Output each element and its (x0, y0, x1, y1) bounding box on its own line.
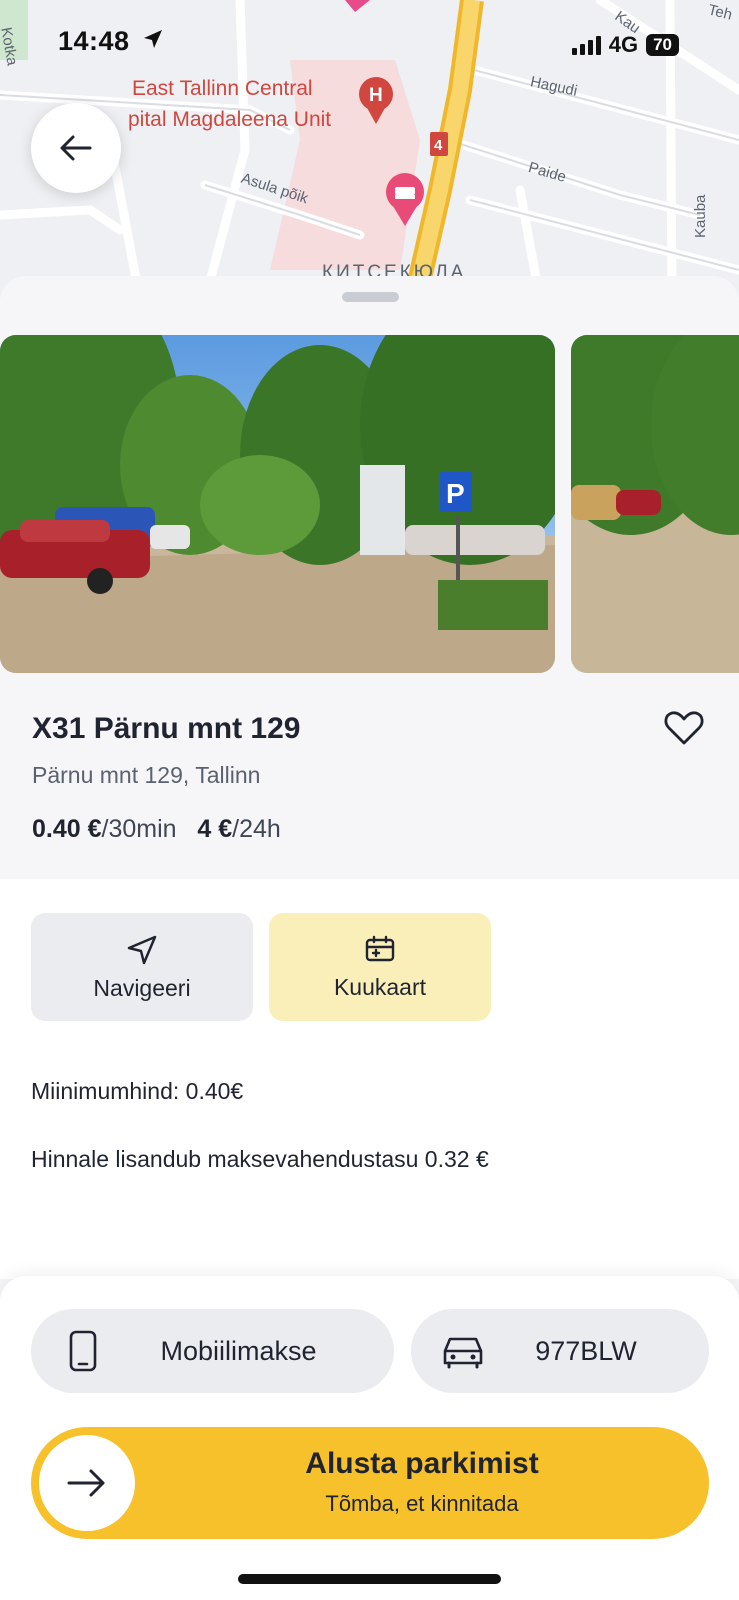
price-day-value: 4 € (197, 815, 233, 843)
status-right: 4G 70 (571, 32, 679, 58)
status-time: 14:48 (58, 26, 164, 57)
slider-knob[interactable] (39, 1435, 135, 1531)
vehicle-select-button[interactable]: 977BLW (411, 1309, 709, 1393)
calendar-icon (365, 935, 395, 961)
price-short-unit: /30min (101, 815, 177, 843)
arrow-left-icon (60, 135, 92, 161)
parking-sign-icon: P (446, 478, 465, 509)
arrow-right-icon (67, 1469, 105, 1497)
poi-label-line2: pital Magdaleena Unit (128, 108, 332, 131)
back-button[interactable] (31, 103, 121, 193)
poi-label-line1: East Tallinn Central (132, 77, 313, 100)
parking-photo-1[interactable]: P (0, 335, 555, 673)
price-day-unit: /24h (232, 815, 281, 843)
navigation-arrow-icon (127, 935, 157, 964)
navigate-label: Navigeeri (93, 974, 191, 1001)
fee-note: Hinnale lisandub maksevahendustasu 0.32 … (31, 1146, 489, 1172)
network-label: 4G (608, 32, 639, 57)
location-arrow-icon (142, 26, 164, 57)
road-number: 4 (434, 137, 443, 154)
license-plate-label: 977BLW (535, 1335, 637, 1366)
price-short-value: 0.40 € (32, 815, 102, 843)
car-icon (433, 1333, 493, 1369)
start-parking-hint: Tõmba, et kinnitada (325, 1491, 519, 1516)
price-line: 0.40 €/30min 4 €/24h (32, 815, 281, 844)
monthly-pass-label: Kuukaart (333, 973, 427, 1000)
minimum-price-note: Miinimumhind: 0.40€ (31, 1078, 244, 1104)
parking-address: Pärnu mnt 129, Tallinn (32, 762, 261, 788)
monthly-pass-button[interactable]: Kuukaart (269, 913, 491, 1021)
favorite-button[interactable] (662, 706, 706, 750)
payment-method-button[interactable]: Mobiilimakse (31, 1309, 394, 1393)
start-parking-label: Alusta parkimist (305, 1447, 539, 1480)
parking-photo-2[interactable] (571, 335, 739, 673)
parking-title: X31 Pärnu mnt 129 (32, 712, 301, 745)
home-indicator[interactable] (238, 1574, 501, 1584)
battery-icon: 70 (646, 34, 679, 56)
svg-text:H: H (369, 85, 383, 106)
heart-icon (664, 711, 704, 745)
signal-icon (571, 35, 601, 55)
sheet-drag-handle[interactable] (342, 292, 399, 302)
start-parking-slider[interactable]: Alusta parkimist Tõmba, et kinnitada (31, 1427, 709, 1539)
map-label-kauba: Kauba (692, 194, 709, 238)
status-time-text: 14:48 (58, 26, 130, 56)
navigate-button[interactable]: Navigeeri (31, 913, 253, 1021)
payment-method-label: Mobiilimakse (160, 1335, 317, 1366)
phone-icon (53, 1330, 113, 1372)
